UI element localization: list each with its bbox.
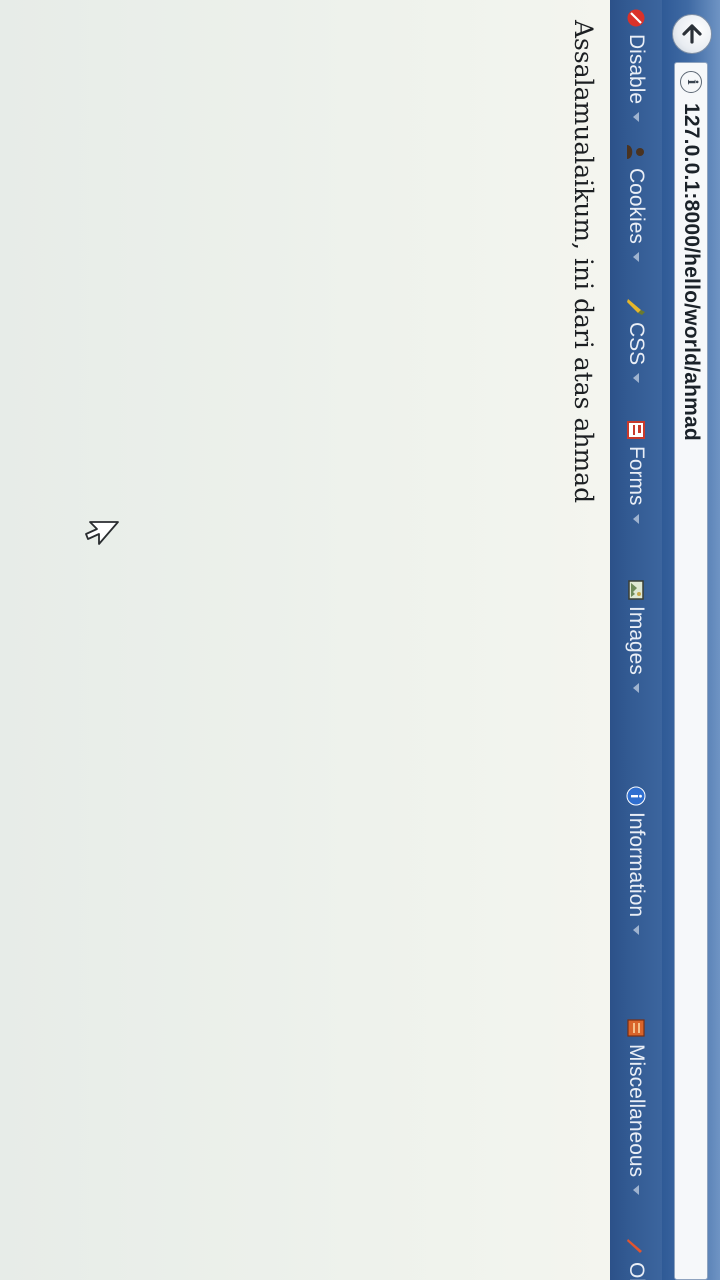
url-text[interactable]: 127.0.0.1:8000/hello/world/ahmad	[679, 103, 703, 441]
chevron-down-icon	[633, 373, 639, 384]
toolbar-css-label: CSS	[625, 322, 648, 366]
css-icon	[627, 299, 645, 315]
toolbar-information-menu[interactable]: Information	[623, 786, 649, 936]
chevron-down-icon	[633, 513, 639, 524]
site-info-icon[interactable]: i	[680, 71, 702, 93]
toolbar-information-label: Information	[625, 812, 648, 918]
toolbar-images-menu[interactable]: Images	[623, 580, 649, 693]
address-bar[interactable]: i 127.0.0.1:8000/hello/world/ahmad	[674, 62, 708, 1280]
greeting-text: Assalamualaikum, ini dari atas ahmad	[569, 20, 598, 504]
toolbar-cookies-label: Cookies	[625, 168, 648, 244]
cookies-icon	[627, 145, 644, 159]
web-developer-toolbar: Disable Cookies CSS Forms Images Informa…	[609, 0, 662, 1280]
toolbar-disable-label: Disable	[625, 34, 648, 105]
back-button[interactable]	[672, 14, 712, 54]
forms-icon	[627, 421, 645, 439]
toolbar-cookies-menu[interactable]: Cookies	[623, 142, 649, 262]
toolbar-disable-menu[interactable]: Disable	[623, 8, 649, 123]
toolbar-miscellaneous-label: Miscellaneous	[625, 1044, 648, 1178]
mouse-cursor-icon	[85, 521, 119, 545]
toolbar-miscellaneous-menu[interactable]: Miscellaneous	[623, 1018, 649, 1196]
back-arrow-icon	[682, 24, 702, 44]
chevron-down-icon	[633, 112, 639, 123]
page-content: Assalamualaikum, ini dari atas ahmad	[0, 0, 610, 1280]
browser-window: i 127.0.0.1:8000/hello/world/ahmad Disab…	[0, 0, 720, 1280]
toolbar-css-menu[interactable]: CSS	[623, 296, 649, 384]
images-icon	[628, 580, 644, 600]
toolbar-forms-menu[interactable]: Forms	[623, 420, 649, 524]
chevron-down-icon	[633, 251, 639, 262]
information-icon	[626, 786, 646, 806]
disable-icon	[627, 9, 645, 27]
toolbar-outline-label: Ol	[625, 1262, 648, 1280]
navigation-bar: i 127.0.0.1:8000/hello/world/ahmad	[661, 0, 720, 1280]
outline-icon	[627, 1239, 642, 1253]
toolbar-images-label: Images	[625, 606, 648, 675]
chevron-down-icon	[633, 682, 639, 693]
toolbar-forms-label: Forms	[625, 446, 648, 506]
miscellaneous-icon	[627, 1019, 645, 1037]
toolbar-outline-menu[interactable]: Ol	[623, 1236, 649, 1280]
chevron-down-icon	[633, 1185, 639, 1196]
chevron-down-icon	[633, 925, 639, 936]
